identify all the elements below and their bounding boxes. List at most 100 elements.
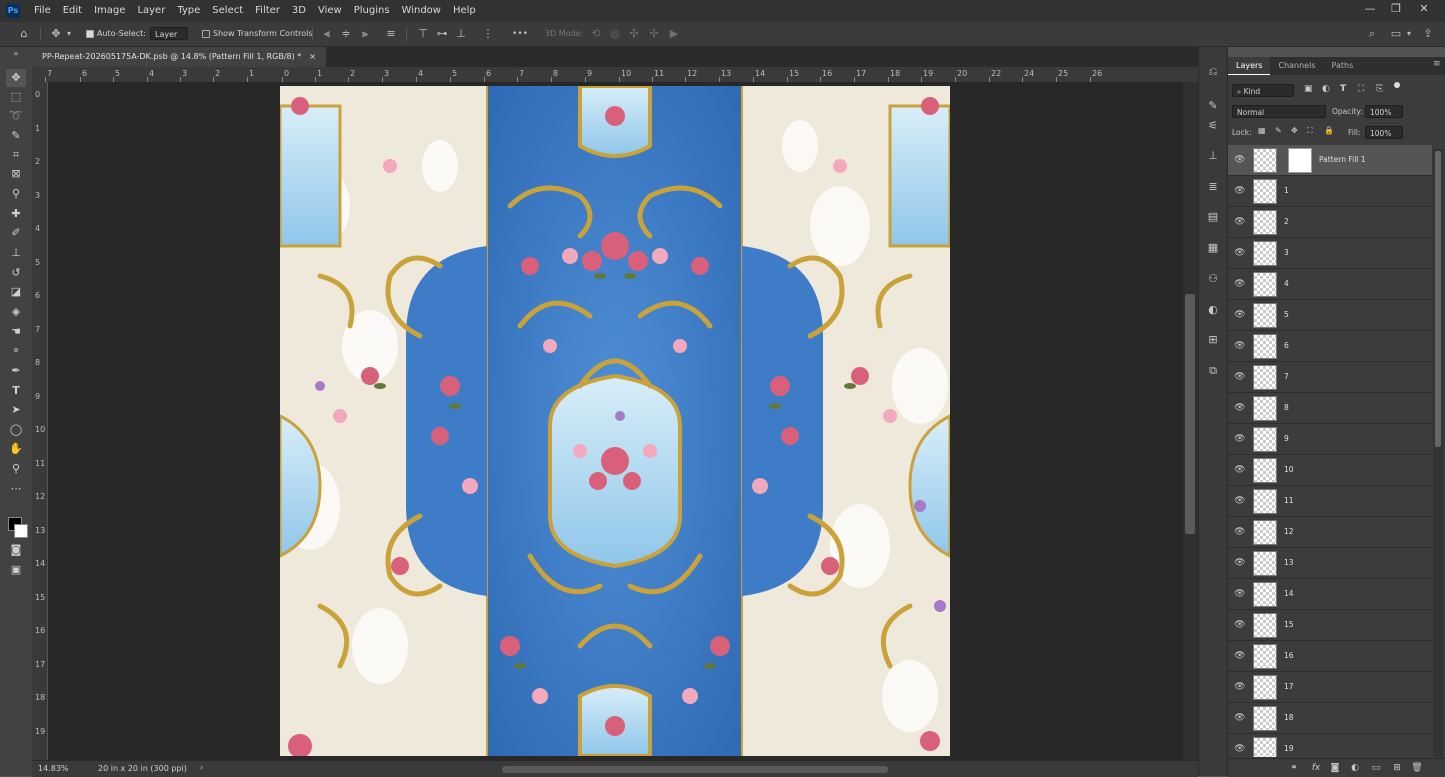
- move-tool-icon[interactable]: ✥: [46, 22, 66, 46]
- blend-mode-dropdown[interactable]: Normal: [1232, 105, 1326, 118]
- history-icon[interactable]: ⎌: [1204, 63, 1222, 81]
- filter-pixel-icon[interactable]: ▣: [1304, 84, 1313, 94]
- layer-filter-kind[interactable]: ⌕ Kind: [1232, 84, 1294, 97]
- layer-row[interactable]: 👁 5: [1228, 300, 1432, 331]
- layer-row[interactable]: 👁 16: [1228, 641, 1432, 672]
- workspace-icon[interactable]: ▭: [1388, 22, 1404, 46]
- add-mask-icon[interactable]: ◙: [1327, 761, 1343, 775]
- visibility-eye-icon[interactable]: 👁: [1234, 558, 1245, 568]
- visibility-eye-icon[interactable]: 👁: [1234, 217, 1245, 227]
- menu-3d[interactable]: 3D: [286, 0, 312, 22]
- layer-row[interactable]: 👁 9: [1228, 424, 1432, 455]
- document-tab[interactable]: PP-Repeat-202605175A-DK.psb @ 14.8% (Pat…: [32, 47, 326, 67]
- brush-tool-icon[interactable]: ✐: [6, 224, 26, 242]
- new-layer-icon[interactable]: ⊞: [1389, 761, 1405, 775]
- align-bottom-icon[interactable]: ⊥: [454, 22, 468, 46]
- align-left-icon[interactable]: ⫷: [320, 22, 334, 46]
- layer-row[interactable]: 👁 7: [1228, 362, 1432, 393]
- opacity-input[interactable]: 100%: [1365, 105, 1403, 118]
- close-tab-icon[interactable]: ×: [309, 47, 316, 67]
- canvas-vertical-scrollbar[interactable]: [1183, 82, 1198, 760]
- visibility-eye-icon[interactable]: 👁: [1234, 651, 1245, 661]
- type-tool-icon[interactable]: T: [6, 382, 26, 400]
- path-select-tool-icon[interactable]: ➤: [6, 401, 26, 419]
- align-right-icon[interactable]: ⫸: [358, 22, 372, 46]
- tables-icon[interactable]: ⊞: [1204, 331, 1222, 349]
- layer-row[interactable]: 👁 8: [1228, 393, 1432, 424]
- layer-row[interactable]: 👁 17: [1228, 672, 1432, 703]
- swatches-icon[interactable]: ▦: [1204, 239, 1222, 257]
- marquee-tool-icon[interactable]: ⬚: [6, 88, 26, 106]
- visibility-eye-icon[interactable]: 👁: [1234, 310, 1245, 320]
- zoom-level[interactable]: 14.83%: [38, 764, 69, 773]
- libraries-icon[interactable]: ⧉: [1204, 362, 1222, 380]
- visibility-eye-icon[interactable]: 👁: [1234, 713, 1245, 723]
- menu-plugins[interactable]: Plugins: [348, 0, 396, 22]
- align-top-icon[interactable]: ⊤: [416, 22, 430, 46]
- scroll-thumb[interactable]: [1185, 294, 1195, 534]
- layer-row[interactable]: 👁 12: [1228, 517, 1432, 548]
- color-icon[interactable]: ◐: [1204, 301, 1222, 319]
- move-tool-icon[interactable]: ✥: [6, 69, 26, 87]
- chevron-down-icon[interactable]: ▾: [64, 22, 74, 46]
- screen-mode-icon[interactable]: ▣: [6, 561, 26, 579]
- filter-adjustment-icon[interactable]: ◐: [1322, 84, 1330, 94]
- clone-source-icon[interactable]: ⊥: [1204, 147, 1222, 165]
- quick-mask-icon[interactable]: ◙: [6, 541, 26, 559]
- layer-row[interactable]: 👁 18: [1228, 703, 1432, 734]
- lasso-tool-icon[interactable]: ➰: [6, 107, 26, 125]
- stamp-tool-icon[interactable]: ⊥: [6, 244, 26, 262]
- visibility-eye-icon[interactable]: 👁: [1234, 403, 1245, 413]
- menu-filter[interactable]: Filter: [249, 0, 286, 22]
- visibility-eye-icon[interactable]: 👁: [1234, 372, 1245, 382]
- ellipse-tool-icon[interactable]: ◯: [6, 421, 26, 439]
- layer-row[interactable]: 👁 11: [1228, 486, 1432, 517]
- delete-layer-icon[interactable]: 🗑: [1409, 761, 1425, 775]
- crop-tool-icon[interactable]: ⌗: [6, 146, 26, 164]
- layer-row[interactable]: 👁 6: [1228, 331, 1432, 362]
- menu-image[interactable]: Image: [88, 0, 131, 22]
- menu-edit[interactable]: Edit: [57, 0, 88, 22]
- menu-view[interactable]: View: [312, 0, 348, 22]
- filter-type-icon[interactable]: T: [1340, 84, 1346, 94]
- new-group-icon[interactable]: ▭: [1368, 761, 1384, 775]
- menu-select[interactable]: Select: [206, 0, 249, 22]
- chevron-down-icon[interactable]: ▾: [1404, 22, 1414, 46]
- minimize-button[interactable]: —: [1356, 0, 1384, 20]
- layer-row[interactable]: 👁 3: [1228, 238, 1432, 269]
- patterns-icon[interactable]: ⚇: [1204, 270, 1222, 288]
- layer-row[interactable]: 👁 13: [1228, 548, 1432, 579]
- visibility-eye-icon[interactable]: 👁: [1234, 186, 1245, 196]
- filter-toggle-icon[interactable]: [1394, 82, 1400, 88]
- smudge-tool-icon[interactable]: ☚: [6, 323, 26, 341]
- visibility-eye-icon[interactable]: 👁: [1234, 682, 1245, 692]
- collapse-icon[interactable]: »: [6, 49, 26, 59]
- eraser-tool-icon[interactable]: ◪: [6, 283, 26, 301]
- panel-menu-icon[interactable]: ≡: [1433, 59, 1441, 69]
- restore-button[interactable]: ❐: [1382, 0, 1410, 20]
- auto-select-target-dropdown[interactable]: Layer: [150, 27, 188, 40]
- layer-row-pattern-fill[interactable]: 👁 Pattern Fill 1: [1228, 145, 1432, 176]
- lock-transparency-icon[interactable]: ▦: [1258, 126, 1266, 135]
- layer-row[interactable]: 👁 1: [1228, 176, 1432, 207]
- menu-help[interactable]: Help: [447, 0, 482, 22]
- auto-select-checkbox[interactable]: [86, 30, 94, 38]
- paint-bucket-tool-icon[interactable]: ◈: [6, 303, 26, 321]
- pattern-artwork[interactable]: [280, 86, 950, 756]
- close-window-button[interactable]: ✕: [1410, 0, 1438, 20]
- adjustment-layer-icon[interactable]: ◐: [1347, 761, 1363, 775]
- layer-row[interactable]: 👁 4: [1228, 269, 1432, 300]
- visibility-eye-icon[interactable]: 👁: [1234, 496, 1245, 506]
- lock-pixels-icon[interactable]: ✎: [1275, 126, 1282, 135]
- tab-paths[interactable]: Paths: [1324, 57, 1362, 75]
- visibility-eye-icon[interactable]: 👁: [1234, 465, 1245, 475]
- layer-mask-thumbnail[interactable]: [1288, 148, 1312, 173]
- align-center-icon[interactable]: ≑: [339, 22, 353, 46]
- tab-layers[interactable]: Layers: [1228, 57, 1271, 75]
- layer-row[interactable]: 👁 2: [1228, 207, 1432, 238]
- hand-tool-icon[interactable]: ✋: [6, 440, 26, 458]
- visibility-eye-icon[interactable]: 👁: [1234, 527, 1245, 537]
- tab-channels[interactable]: Channels: [1270, 57, 1323, 75]
- visibility-eye-icon[interactable]: 👁: [1234, 155, 1245, 165]
- lock-artboard-icon[interactable]: ⛶: [1307, 126, 1313, 136]
